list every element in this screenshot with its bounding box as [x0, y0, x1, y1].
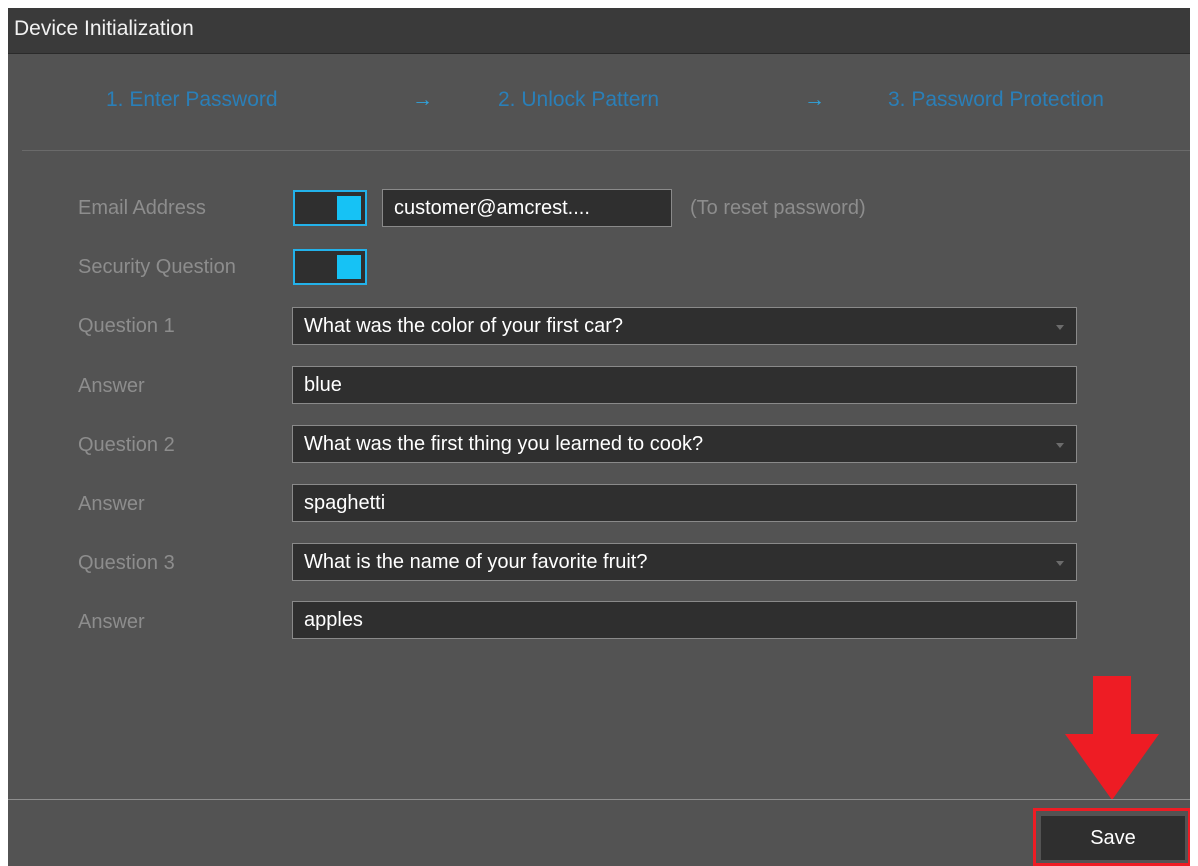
step-arrow-icon: → [804, 88, 825, 111]
question-2-value: What was the first thing you learned to … [304, 433, 704, 455]
save-button[interactable]: Save [1041, 816, 1185, 860]
question-3-select[interactable]: What is the name of your favorite fruit? [292, 543, 1077, 581]
device-initialization-window: Device Initialization 1. Enter Password … [8, 8, 1190, 866]
answer-1-label: Answer [78, 375, 145, 397]
window-title: Device Initialization [14, 17, 194, 40]
step-indicator: 1. Enter Password → 2. Unlock Pattern → … [8, 88, 1190, 122]
chevron-down-icon [1056, 325, 1064, 330]
step-unlock-pattern: 2. Unlock Pattern [498, 88, 660, 111]
question-3-value: What is the name of your favorite fruit? [304, 551, 648, 573]
question-1-value: What was the color of your first car? [304, 315, 624, 337]
step-arrow-icon: → [412, 88, 433, 111]
answer-3-field[interactable]: apples [292, 601, 1077, 639]
question-1-select[interactable]: What was the color of your first car? [292, 307, 1077, 345]
chevron-down-icon [1056, 443, 1064, 448]
email-hint: (To reset password) [690, 197, 866, 219]
step-password-protection: 3. Password Protection [888, 88, 1104, 111]
question-2-select[interactable]: What was the first thing you learned to … [292, 425, 1077, 463]
footer-divider [8, 799, 1190, 800]
answer-1-field[interactable]: blue [292, 366, 1077, 404]
answer-2-label: Answer [78, 493, 145, 515]
header-divider [22, 150, 1190, 151]
toggle-knob [337, 196, 361, 220]
email-address-label: Email Address [78, 197, 206, 219]
toggle-knob [337, 255, 361, 279]
email-toggle[interactable] [293, 190, 367, 226]
question-3-label: Question 3 [78, 552, 175, 574]
answer-3-label: Answer [78, 611, 145, 633]
email-field[interactable]: customer@amcrest.... [382, 189, 672, 227]
chevron-down-icon [1056, 561, 1064, 566]
step-enter-password: 1. Enter Password [106, 88, 278, 111]
security-question-toggle[interactable] [293, 249, 367, 285]
question-1-label: Question 1 [78, 315, 175, 337]
security-question-label: Security Question [78, 256, 236, 278]
question-2-label: Question 2 [78, 434, 175, 456]
answer-2-field[interactable]: spaghetti [292, 484, 1077, 522]
title-bar: Device Initialization [8, 8, 1190, 54]
red-arrow-down-icon [1065, 676, 1159, 800]
